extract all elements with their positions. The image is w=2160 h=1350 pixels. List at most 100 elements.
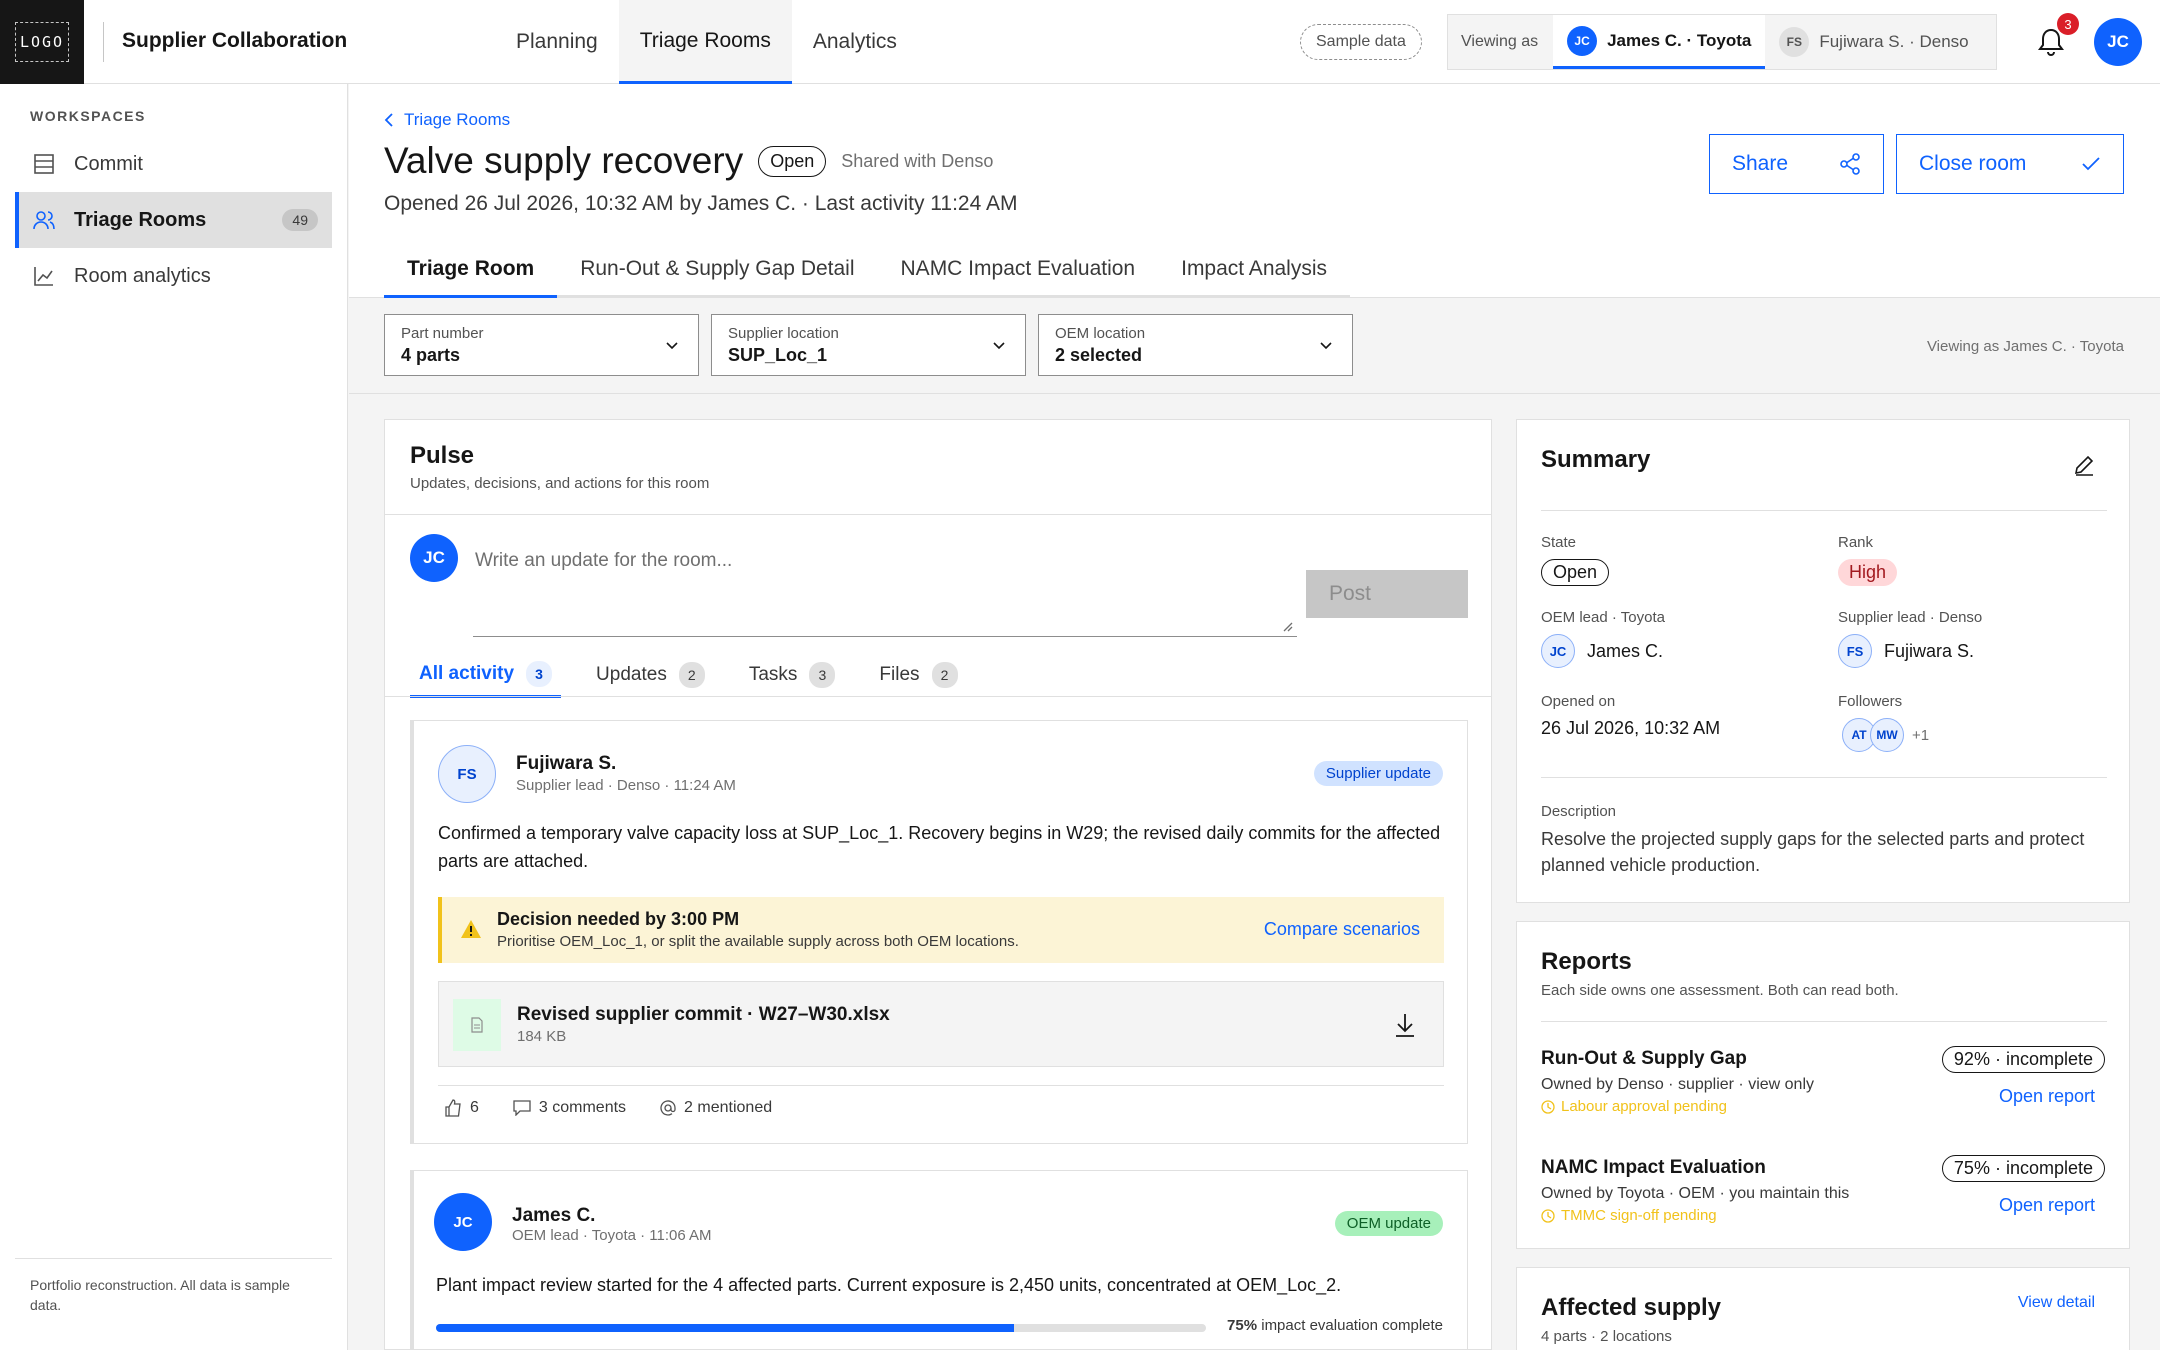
viewing-as-option-label: Fujiwara S. · Denso — [1819, 32, 1969, 51]
progress-percent: 75% — [1227, 1317, 1258, 1334]
report-pending: TMMC sign-off pending — [1541, 1207, 1717, 1224]
tab-updates[interactable]: Updates 2 — [587, 652, 714, 698]
tab-impact-analysis[interactable]: Impact Analysis — [1158, 242, 1351, 298]
avatar: FS — [438, 745, 496, 803]
description-field: Description Resolve the projected supply… — [1541, 803, 2107, 878]
file-attachment[interactable]: Revised supplier commit · W27–W30.xlsx 1… — [438, 981, 1444, 1067]
sample-data-badge: Sample data — [1300, 24, 1422, 60]
tab-triage-room[interactable]: Triage Room — [384, 242, 558, 298]
sidebar: WORKSPACES Commit Triage Rooms 49 Room a… — [0, 84, 348, 1350]
open-report-link[interactable]: Open report — [1999, 1195, 2095, 1216]
author-name: James C. — [512, 1205, 596, 1226]
clock-icon — [1541, 1099, 1555, 1114]
edit-icon[interactable] — [2073, 454, 2095, 476]
chevron-down-icon — [666, 342, 678, 350]
viewing-as-switcher: Viewing as JC James C. · Toyota FS Fujiw… — [1447, 14, 1997, 70]
tab-label: Tasks — [748, 664, 798, 685]
tab-namc-impact-evaluation[interactable]: NAMC Impact Evaluation — [877, 242, 1159, 298]
tab-run-out-supply-gap[interactable]: Run-Out & Supply Gap Detail — [557, 242, 878, 298]
header-divider — [103, 22, 104, 62]
tab-all-activity[interactable]: All activity 3 — [410, 652, 562, 698]
sidebar-item-commit[interactable]: Commit — [15, 136, 332, 192]
mentions-button[interactable]: 2 mentioned — [660, 1099, 772, 1117]
sidebar-heading: WORKSPACES — [30, 108, 146, 124]
filter-bar: Part number 4 parts Supplier location SU… — [349, 298, 2160, 394]
sidebar-footer-note: Portfolio reconstruction. All data is sa… — [15, 1258, 332, 1331]
summary-panel: Summary State Open Rank High OEM lead · … — [1516, 419, 2130, 903]
comment-icon — [513, 1100, 531, 1116]
tab-label: Updates — [596, 664, 667, 685]
view-detail-link[interactable]: View detail — [2018, 1294, 2095, 1312]
description-text: Resolve the projected supply gaps for th… — [1541, 829, 2085, 875]
share-button[interactable]: Share — [1709, 134, 1884, 194]
close-room-button[interactable]: Close room — [1896, 134, 2124, 194]
activity-card: FS Fujiwara S. Supplier lead · Denso · 1… — [410, 720, 1468, 1144]
chevron-down-icon — [1320, 342, 1332, 350]
viewing-as-james[interactable]: JC James C. · Toyota — [1553, 15, 1766, 69]
update-input[interactable]: Write an update for the room... — [473, 532, 1297, 637]
avatar: JC — [1567, 25, 1598, 56]
room-header: Triage Rooms Valve supply recovery Open … — [349, 84, 2160, 298]
status-badge: Open — [758, 145, 827, 177]
tab-tasks[interactable]: Tasks 3 — [740, 652, 845, 698]
nav-analytics[interactable]: Analytics — [792, 0, 918, 84]
field-label: Followers — [1838, 693, 1903, 710]
supplier-location-dropdown[interactable]: Supplier location SUP_Loc_1 — [711, 314, 1026, 376]
progress-label: 75% impact evaluation complete — [1227, 1317, 1443, 1334]
comments-button[interactable]: 3 comments — [513, 1099, 626, 1117]
impact-progress-bar — [436, 1324, 1206, 1332]
file-name: Revised supplier commit · W27–W30.xlsx — [517, 1004, 890, 1025]
divider — [385, 514, 1491, 515]
dropdown-value: 2 selected — [1055, 345, 1143, 365]
nav-triage-rooms[interactable]: Triage Rooms — [618, 0, 792, 84]
nav-planning[interactable]: Planning — [495, 0, 619, 84]
sidebar-item-room-analytics[interactable]: Room analytics — [15, 248, 332, 304]
report-name: Run-Out & Supply Gap — [1541, 1048, 1747, 1069]
open-report-link[interactable]: Open report — [1999, 1086, 2095, 1107]
viewing-as-fujiwara[interactable]: FS Fujiwara S. · Denso — [1765, 15, 1982, 69]
reports-subtitle: Each side owns one assessment. Both can … — [1541, 982, 1899, 999]
top-bar: LOGO Supplier Collaboration Planning Tri… — [0, 0, 2160, 84]
avatar: MW — [1870, 718, 1904, 752]
tab-files[interactable]: Files 2 — [870, 652, 966, 698]
app-logo[interactable]: LOGO — [0, 0, 84, 84]
post-button[interactable]: Post — [1306, 570, 1468, 618]
chevron-left-icon — [384, 113, 393, 127]
report-owner: Owned by Denso · supplier · view only — [1541, 1076, 1815, 1093]
download-icon[interactable] — [1393, 1012, 1417, 1038]
divider — [1541, 1021, 2107, 1022]
top-nav: Planning Triage Rooms Analytics — [495, 0, 918, 84]
file-size: 184 KB — [517, 1028, 567, 1045]
tab-count: 2 — [931, 662, 958, 688]
mentions-count: 2 mentioned — [684, 1099, 773, 1116]
followers-more[interactable]: +1 — [1912, 727, 1929, 744]
oem-location-dropdown[interactable]: OEM location 2 selected — [1038, 314, 1353, 376]
field-label: Supplier lead · Denso — [1838, 609, 1983, 626]
part-number-dropdown[interactable]: Part number 4 parts — [384, 314, 699, 376]
author-name: Fujiwara S. — [516, 753, 617, 774]
affected-supply-title: Affected supply — [1541, 1294, 1722, 1321]
viewing-as-option-label: James C. · Toyota — [1607, 30, 1752, 50]
sidebar-item-triage-rooms[interactable]: Triage Rooms 49 — [15, 192, 332, 248]
thumbs-up-icon — [445, 1099, 461, 1117]
sidebar-item-count: 49 — [282, 209, 318, 231]
state-badge: Open — [1541, 559, 1610, 586]
list-icon — [34, 154, 54, 174]
breadcrumb-link[interactable]: Triage Rooms — [404, 110, 510, 130]
user-avatar[interactable]: JC — [2094, 18, 2142, 66]
field-label: OEM lead · Toyota — [1541, 609, 1665, 626]
divider — [1541, 510, 2107, 511]
app-title: Supplier Collaboration — [122, 29, 348, 52]
divider — [385, 696, 1491, 697]
sidebar-item-label: Triage Rooms — [74, 208, 207, 231]
like-button[interactable]: 6 — [444, 1099, 479, 1117]
affected-supply-panel: Affected supply 4 parts · 2 locations Vi… — [1516, 1267, 2130, 1350]
compare-scenarios-link[interactable]: Compare scenarios — [1264, 919, 1420, 940]
breadcrumb[interactable]: Triage Rooms — [384, 110, 510, 130]
progress-text: impact evaluation complete — [1261, 1317, 1443, 1334]
resize-handle-icon[interactable] — [1281, 620, 1293, 632]
post-actions: 6 3 comments 2 mentioned — [444, 1099, 772, 1117]
field-label: Rank — [1838, 534, 1874, 551]
rank-field: Rank High — [1838, 534, 1898, 586]
notification-count-badge: 3 — [2057, 13, 2079, 35]
